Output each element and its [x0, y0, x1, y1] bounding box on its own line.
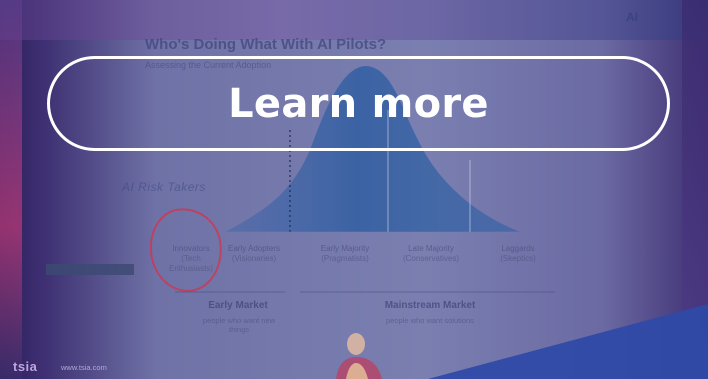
corner-accent — [428, 304, 708, 379]
category-sub: (Visionaries) — [231, 254, 277, 263]
caption-bar — [46, 264, 134, 275]
category-name: Laggards — [501, 244, 535, 253]
axis-label: AI Risk Takers — [122, 180, 206, 194]
category-name: Early Adopters — [227, 244, 281, 253]
category-late-majority: Late Majority (Conservatives) — [394, 244, 468, 264]
tsia-logo: tsia — [13, 359, 38, 374]
category-name: Early Majority — [320, 244, 370, 253]
category-name: Late Majority — [408, 244, 454, 253]
category-sub: (Pragmatists) — [321, 254, 369, 263]
learn-more-button[interactable]: Learn more — [47, 56, 670, 151]
category-early-majority: Early Majority (Pragmatists) — [312, 244, 378, 264]
learn-more-label: Learn more — [228, 80, 489, 127]
category-laggards: Laggards (Skeptics) — [488, 244, 548, 264]
market-early-title: Early Market — [208, 300, 268, 311]
category-early-adopters: Early Adopters (Visionaries) — [226, 244, 282, 264]
category-sub: (Conservatives) — [402, 254, 459, 263]
presenter-head — [347, 333, 365, 355]
category-sub: (Skeptics) — [500, 254, 536, 263]
footer-url: www.tsia.com — [61, 363, 107, 372]
presenter-figure — [336, 333, 382, 379]
market-early-sub: people who want new things — [202, 316, 276, 334]
